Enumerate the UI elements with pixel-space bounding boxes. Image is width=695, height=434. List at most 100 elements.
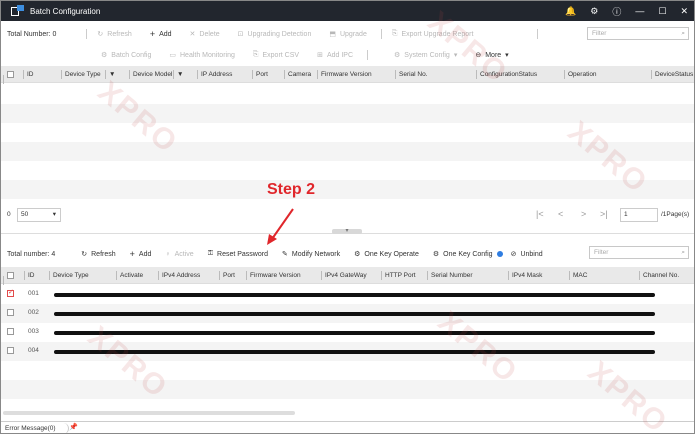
one-key-config-button[interactable]: ⚙ One Key Config — [433, 250, 503, 258]
health-monitoring-button[interactable]: ▭ Health Monitoring — [169, 51, 235, 60]
row-checkbox[interactable] — [7, 309, 14, 316]
export-icon: ⎘ — [391, 30, 398, 37]
total-number-online-label: Total number: 4 — [7, 250, 56, 258]
column-header-firmware-version[interactable]: Firmware Version — [246, 267, 301, 284]
upgrading-detection-button[interactable]: ⊡ Upgrading Detection — [238, 30, 312, 39]
info-dot-icon — [496, 251, 503, 257]
panel-splitter[interactable]: ▾ — [1, 228, 694, 235]
divider — [86, 29, 88, 39]
select-all-online-checkbox[interactable] — [3, 272, 14, 285]
key-icon: ⚿ — [207, 250, 214, 257]
total-number-label: Total Number: 0 — [7, 30, 57, 38]
online-device-table-header: ID Device Type Activate IPv4 Address Por… — [1, 267, 694, 285]
page-size-select[interactable]: 50 ▾ — [17, 208, 61, 222]
select-all-checkbox[interactable] — [3, 71, 14, 84]
search-icon: ⌕ — [681, 30, 685, 37]
column-header-id[interactable]: ID — [23, 66, 34, 83]
empty-row — [1, 104, 694, 123]
column-header-device-type[interactable]: Device Type — [49, 267, 89, 284]
divider — [380, 29, 382, 39]
top-filter-input[interactable]: Filter ⌕ — [587, 27, 689, 40]
column-header-device-status[interactable]: DeviceStatus — [650, 66, 693, 83]
column-header-id[interactable]: ID — [24, 267, 35, 284]
column-header-firmware-version[interactable]: Firmware Version — [317, 66, 372, 83]
close-button[interactable]: ✕ — [680, 6, 688, 17]
column-header-ipv4-address[interactable]: IPv4 Address — [157, 267, 200, 284]
page-number-input[interactable]: 1 — [620, 208, 658, 222]
error-message-tab[interactable]: Error Message(0) — [5, 423, 69, 433]
table-row[interactable]: 001 — [1, 285, 694, 304]
table-row[interactable]: 002 — [1, 304, 694, 323]
column-header-serial-no[interactable]: Serial No. — [395, 66, 428, 83]
x-icon: ✕ — [189, 31, 196, 38]
refresh-button[interactable]: ↻ Refresh — [97, 30, 131, 39]
info-icon[interactable]: ⓘ — [612, 5, 621, 18]
row-checkbox[interactable] — [7, 347, 14, 354]
notification-bell-icon[interactable]: 🔔 — [565, 6, 576, 17]
modify-network-button[interactable]: ✎ Modify Network — [282, 250, 340, 259]
search-icon: ⌕ — [681, 249, 685, 256]
row-id: 004 — [28, 347, 39, 354]
unbind-button[interactable]: ⊘ Unbind — [511, 250, 543, 259]
column-header-serial-number[interactable]: Serial Number — [427, 267, 473, 284]
export-upgrade-report-button[interactable]: ⎘ Export Upgrade Report — [392, 30, 474, 38]
column-header-device-type[interactable]: Device Type — [61, 66, 101, 83]
collapse-handle-icon[interactable]: ▾ — [332, 228, 362, 234]
column-header-device-model[interactable]: Device Model — [128, 66, 172, 83]
filter-icon[interactable]: ▼ — [172, 66, 183, 83]
column-header-camera[interactable]: Camera — [283, 66, 311, 83]
csv-icon: ⎘ — [252, 51, 259, 58]
column-header-activate[interactable]: Activate — [115, 267, 143, 284]
row-checkbox[interactable] — [7, 288, 14, 297]
horizontal-scrollbar[interactable] — [3, 411, 295, 415]
annotation-arrow-icon — [267, 208, 294, 245]
next-page-icon[interactable]: > — [581, 209, 586, 219]
column-header-operation[interactable]: Operation — [564, 66, 597, 83]
first-page-icon[interactable]: |< — [536, 209, 544, 219]
add-ipc-button[interactable]: ⊞ Add IPC — [317, 51, 353, 60]
minimize-button[interactable]: — — [635, 6, 644, 16]
one-key-operate-button[interactable]: ⚙ One Key Operate — [354, 250, 419, 259]
column-header-mac[interactable]: MAC — [568, 267, 587, 284]
column-header-http-port[interactable]: HTTP Port — [381, 267, 416, 284]
filter-icon[interactable]: ▼ — [104, 66, 115, 83]
column-header-configuration-status[interactable]: ConfigurationStatus — [475, 66, 537, 83]
prev-page-icon[interactable]: < — [558, 209, 563, 219]
column-header-ip-address[interactable]: IP Address — [196, 66, 232, 83]
last-page-icon[interactable]: >| — [600, 209, 608, 219]
active-button[interactable]: ♀ Active — [165, 251, 193, 258]
upgrade-icon: ⬒ — [329, 31, 336, 38]
export-csv-button[interactable]: ⎘ Export CSV — [253, 51, 299, 59]
column-header-ipv4-gateway[interactable]: IPv4 GateWay — [321, 267, 367, 284]
bottom-filter-input[interactable]: Filter ⌕ — [589, 246, 689, 259]
table-row[interactable]: 003 — [1, 323, 694, 342]
more-dropdown[interactable]: ⊖ More ▾ — [475, 51, 509, 60]
system-config-dropdown[interactable]: ⚙ System Config ▾ — [394, 51, 457, 60]
batch-configuration-window: Batch Configuration 🔔 ⚙ ⓘ — ☐ ✕ Total Nu… — [0, 0, 695, 434]
column-header-port[interactable]: Port — [219, 267, 235, 284]
column-header-channel-no[interactable]: Channel No. — [638, 267, 679, 284]
refresh-icon: ↻ — [97, 31, 104, 38]
upgrade-button[interactable]: ⬒ Upgrade — [329, 30, 366, 39]
column-header-port[interactable]: Port — [252, 66, 268, 83]
redacted-row-data — [54, 293, 655, 297]
chevron-down-icon: ▾ — [505, 52, 509, 59]
maximize-button[interactable]: ☐ — [658, 6, 666, 17]
column-header-ipv4-mask[interactable]: IPv4 Mask — [507, 267, 542, 284]
batch-config-button[interactable]: ⚙ Batch Config — [101, 51, 151, 60]
delete-button[interactable]: ✕ Delete — [189, 30, 220, 39]
redacted-row-data — [54, 350, 655, 354]
online-refresh-button[interactable]: ↻ Refresh — [81, 250, 115, 259]
app-logo-icon — [11, 5, 25, 17]
online-add-button[interactable]: + Add — [130, 249, 152, 259]
reset-password-button[interactable]: ⚿ Reset Password — [208, 250, 268, 258]
operate-gear-icon: ⚙ — [354, 251, 361, 258]
settings-gear-icon[interactable]: ⚙ — [590, 6, 598, 17]
window-title: Batch Configuration — [30, 6, 101, 16]
table-row[interactable]: 004 — [1, 342, 694, 361]
config-gear-icon: ⚙ — [432, 251, 440, 258]
step-annotation: Step 2 — [267, 181, 316, 198]
row-checkbox[interactable] — [7, 328, 14, 335]
add-button[interactable]: + Add — [150, 29, 172, 39]
pin-icon[interactable]: 📌 — [69, 423, 78, 431]
